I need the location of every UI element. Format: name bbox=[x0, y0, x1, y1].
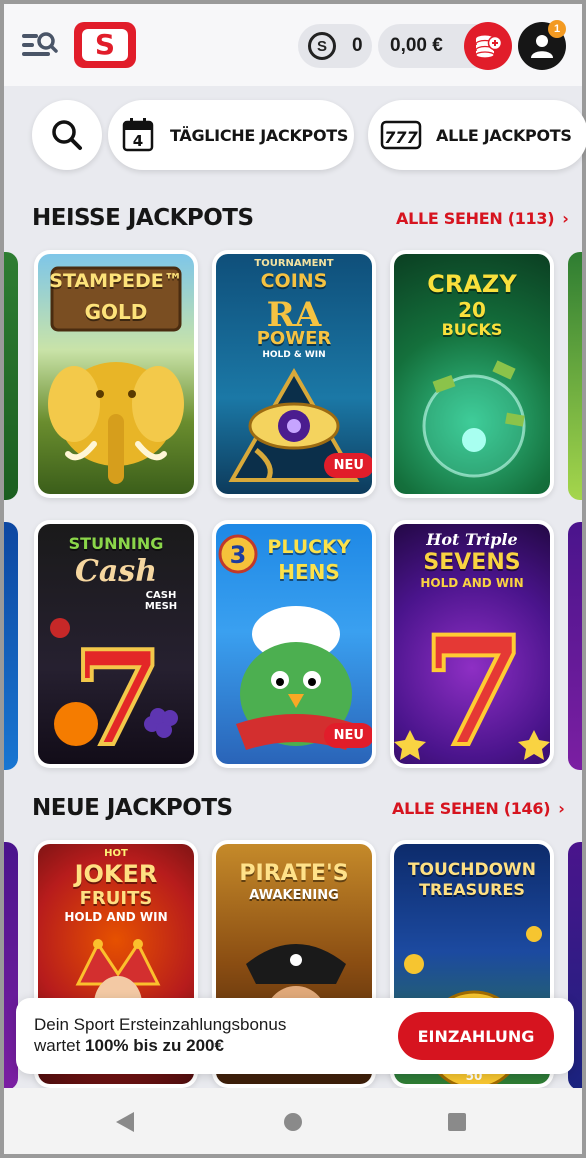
deposit-button[interactable]: EINZAHLUNG bbox=[398, 1012, 554, 1060]
game-tile-crazy-20-bucks[interactable]: CRAZY 20 BUCKS bbox=[390, 250, 554, 498]
tile-subtitle-2: HOLD AND WIN bbox=[64, 910, 168, 924]
menu-search-icon[interactable] bbox=[22, 30, 58, 60]
partial-tile-right[interactable] bbox=[568, 252, 582, 500]
tile-title: TOUCHDOWN bbox=[407, 860, 537, 880]
coin-stack-plus-icon bbox=[475, 35, 503, 59]
brand-logo[interactable]: S bbox=[74, 22, 136, 68]
tile-title: PIRATE'S bbox=[239, 861, 349, 886]
tile-title: JOKER bbox=[74, 860, 158, 888]
bonus-line-1: Dein Sport Ersteinzahlungsbonus bbox=[34, 1015, 287, 1034]
daily-jackpots-label: TÄGLICHE JACKPOTS bbox=[170, 125, 349, 145]
tile-title: COINS bbox=[260, 270, 328, 292]
svg-text:4: 4 bbox=[133, 132, 143, 150]
new-badge: NEU bbox=[323, 723, 372, 748]
quick-nav: 4 TÄGLICHE JACKPOTS 777 ALLE JACKPOTS bbox=[4, 86, 586, 186]
tile-subtitle: TREASURES bbox=[419, 880, 525, 899]
tile-subtitle: FRUITS bbox=[79, 888, 153, 909]
system-nav-bar bbox=[4, 1088, 582, 1154]
all-jackpots-label: ALLE JACKPOTS bbox=[436, 125, 572, 145]
new-jackpots-title: NEUE JACKPOTS bbox=[32, 795, 233, 821]
recent-apps-icon[interactable] bbox=[448, 1113, 466, 1131]
bonus-amount: 100% bis zu 200€ bbox=[85, 1036, 224, 1055]
tile-subtitle: AWAKENING bbox=[249, 888, 339, 903]
tile-title: Hot Triple bbox=[426, 530, 518, 549]
tile-subtitle-2: BUCKS bbox=[441, 320, 503, 339]
home-icon[interactable] bbox=[284, 1113, 302, 1131]
notification-badge: 1 bbox=[548, 20, 566, 38]
calendar-icon: 4 bbox=[122, 118, 154, 152]
tile-title: STAMPEDE™ bbox=[49, 270, 183, 292]
coins-pill[interactable]: S 0 bbox=[298, 24, 372, 68]
deposit-coins-button[interactable] bbox=[464, 22, 512, 70]
hot-jackpots-title: HEISSE JACKPOTS bbox=[32, 205, 254, 231]
tile-subtitle: GOLD bbox=[84, 300, 148, 324]
game-tile-stampede-gold[interactable]: STAMPEDE™ GOLD bbox=[34, 250, 198, 498]
game-tile-hot-triple-sevens[interactable]: 7 Hot Triple SEVENS HOLD AND WIN bbox=[390, 520, 554, 768]
bonus-line-2-prefix: wartet bbox=[34, 1036, 86, 1055]
svg-text:3: 3 bbox=[230, 541, 247, 569]
tile-subtitle-2: HOLD AND WIN bbox=[420, 576, 524, 590]
tile-subtitle: Cash bbox=[74, 554, 158, 589]
partial-tile-left[interactable] bbox=[4, 522, 18, 770]
tile-subtitle: POWER bbox=[256, 328, 332, 349]
new-see-all-link[interactable]: ALLE SEHEN (146) › bbox=[392, 799, 565, 818]
daily-jackpots-tab[interactable]: 4 TÄGLICHE JACKPOTS bbox=[108, 100, 354, 170]
game-tile-3-plucky-hens[interactable]: 3 PLUCKY HENS NEU bbox=[212, 520, 376, 768]
hot-label: HOT bbox=[104, 848, 128, 859]
tile-title: STUNNING bbox=[68, 534, 164, 553]
new-see-all-label: ALLE SEHEN (146) bbox=[392, 799, 551, 818]
tile-subtitle: HENS bbox=[278, 560, 340, 584]
tournament-label: TOURNAMENT bbox=[254, 258, 334, 269]
all-jackpots-tab[interactable]: 777 ALLE JACKPOTS bbox=[368, 100, 586, 170]
bonus-text: Dein Sport Ersteinzahlungsbonus wartet 1… bbox=[34, 1014, 286, 1056]
search-button[interactable] bbox=[32, 100, 102, 170]
partial-tile-right[interactable] bbox=[568, 522, 582, 770]
hot-see-all-link[interactable]: ALLE SEHEN (113) › bbox=[396, 209, 569, 228]
svg-text:777: 777 bbox=[384, 128, 418, 147]
logo-letter: S bbox=[94, 28, 116, 61]
new-badge: NEU bbox=[323, 453, 372, 478]
hot-see-all-label: ALLE SEHEN (113) bbox=[396, 209, 555, 228]
partial-tile-left[interactable] bbox=[4, 252, 18, 500]
coin-icon: S bbox=[308, 32, 336, 60]
balance-value: 0,00 € bbox=[390, 35, 443, 56]
user-icon bbox=[531, 35, 553, 58]
top-bar: S S 0 0,00 € 1 bbox=[4, 4, 582, 86]
back-icon[interactable] bbox=[116, 1112, 134, 1132]
tile-subtitle: 20 bbox=[458, 298, 486, 322]
bonus-banner: Dein Sport Ersteinzahlungsbonus wartet 1… bbox=[16, 998, 574, 1074]
search-icon bbox=[52, 120, 82, 150]
game-tile-coins-ra-power[interactable]: RA TOURNAMENT COINS POWER HOLD & WIN NEU bbox=[212, 250, 376, 498]
slot-777-icon: 777 bbox=[380, 120, 422, 150]
tile-title: PLUCKY bbox=[267, 536, 351, 558]
tile-subtitle-2: HOLD & WIN bbox=[262, 350, 326, 360]
cash-mesh-logo: CASH MESH bbox=[144, 590, 178, 612]
tile-subtitle: SEVENS bbox=[423, 550, 521, 575]
game-tile-stunning-cash[interactable]: 7 STUNNING Cash CASH MESH bbox=[34, 520, 198, 768]
coins-value: 0 bbox=[352, 35, 363, 56]
chevron-right-icon: › bbox=[558, 799, 565, 818]
tile-title: CRAZY bbox=[427, 270, 517, 298]
svg-text:7: 7 bbox=[422, 604, 526, 764]
chevron-right-icon: › bbox=[562, 209, 569, 228]
